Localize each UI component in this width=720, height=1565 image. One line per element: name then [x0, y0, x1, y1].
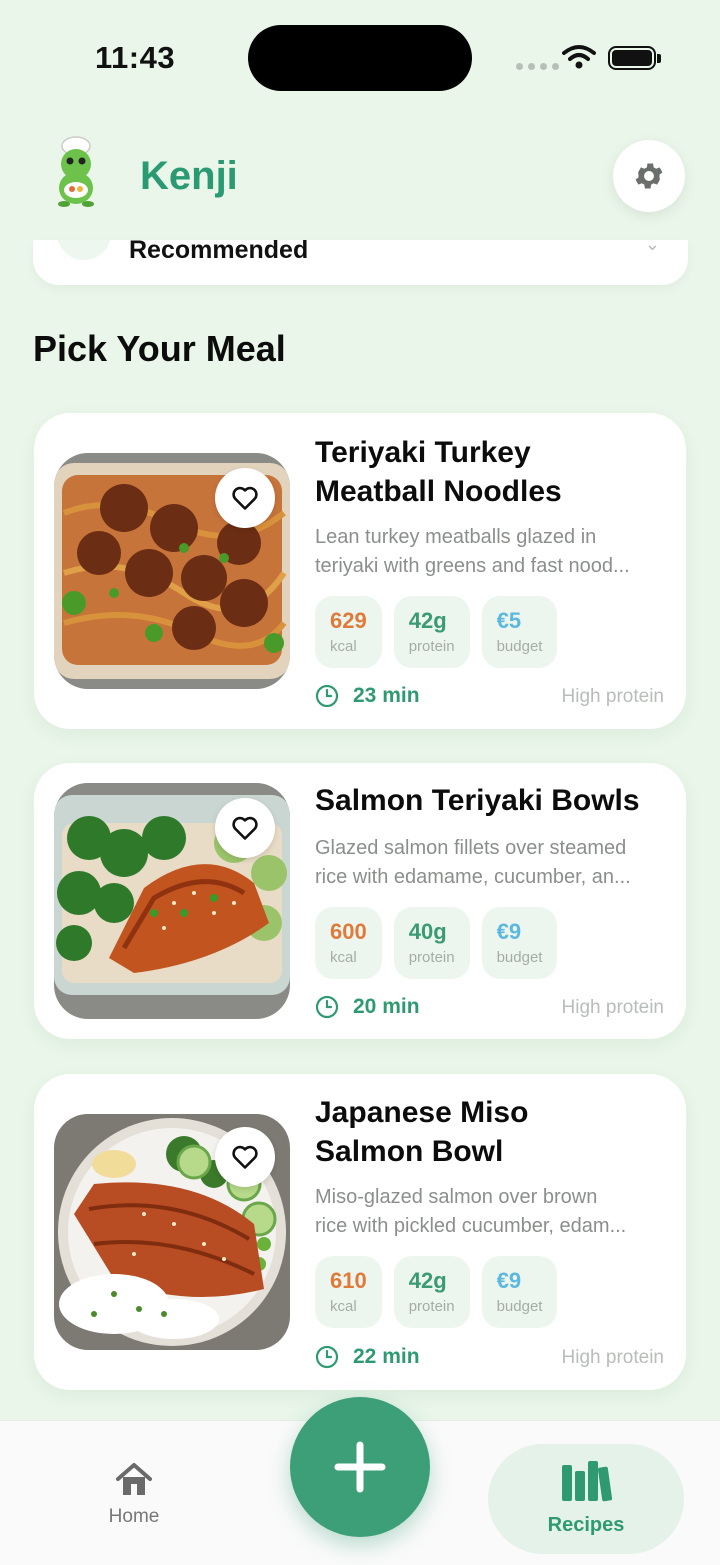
budget-label: budget — [496, 949, 543, 966]
meal-desc-line: rice with edamame, cucumber, an... — [315, 866, 631, 888]
heart-icon — [232, 816, 258, 840]
meal-title-line: Salmon Teriyaki Bowls — [315, 784, 640, 817]
meal-stats: 600 kcal 40g protein €9 budget — [315, 907, 558, 979]
budget-value: €9 — [496, 1268, 522, 1293]
settings-button[interactable] — [613, 140, 685, 212]
clock-icon — [315, 684, 339, 708]
battery-icon — [608, 46, 661, 70]
favorite-button[interactable] — [215, 798, 275, 858]
budget-stat: €9 budget — [481, 1256, 558, 1328]
heart-icon — [232, 486, 258, 510]
cook-time-value: 20 min — [353, 995, 420, 1018]
meal-card[interactable]: Salmon Teriyaki Bowls Glazed salmon fill… — [34, 763, 686, 1039]
filter-icon — [57, 240, 111, 260]
favorite-button[interactable] — [215, 1127, 275, 1187]
meal-title: Teriyaki Turkey Meatball Noodles — [315, 433, 670, 511]
clock-icon — [315, 995, 339, 1019]
meal-title-line: Salmon Bowl — [315, 1135, 504, 1168]
meal-desc-line: Lean turkey meatballs glazed in — [315, 526, 597, 548]
status-bar: 11:43 — [0, 0, 720, 120]
filter-label: Recommended — [129, 240, 309, 264]
meal-title: Salmon Teriyaki Bowls — [315, 781, 670, 820]
chevron-down-icon: ⌄ — [644, 240, 660, 254]
meal-stats: 629 kcal 42g protein €5 budget — [315, 596, 558, 668]
kcal-stat: 629 kcal — [315, 596, 382, 668]
meal-card[interactable]: Teriyaki Turkey Meatball Noodles Lean tu… — [34, 413, 686, 729]
budget-stat: €9 budget — [481, 907, 558, 979]
cook-time: 23 min — [315, 684, 420, 708]
budget-stat: €5 budget — [481, 596, 558, 668]
wifi-icon — [562, 45, 596, 69]
heart-icon — [232, 1145, 258, 1169]
meal-desc-line: Glazed salmon fillets over steamed — [315, 837, 627, 859]
section-title: Pick Your Meal — [33, 328, 286, 369]
add-button[interactable] — [290, 1397, 430, 1537]
cook-time: 20 min — [315, 995, 420, 1019]
mascot-logo — [58, 136, 94, 207]
cook-time-value: 22 min — [353, 1345, 420, 1368]
nav-recipes-label: Recipes — [547, 1514, 625, 1536]
nav-recipes[interactable]: Recipes — [488, 1444, 684, 1554]
protein-label: protein — [408, 638, 455, 655]
app-header: Kenji — [0, 130, 720, 230]
books-icon — [562, 1461, 613, 1502]
protein-value: 42g — [408, 1268, 447, 1293]
meal-stats: 610 kcal 42g protein €9 budget — [315, 1256, 558, 1328]
gear-icon — [635, 163, 663, 189]
meal-title: Japanese Miso Salmon Bowl — [315, 1093, 670, 1171]
meal-title-line: Japanese Miso — [315, 1096, 529, 1129]
meal-desc-line: rice with pickled cucumber, edam... — [315, 1215, 627, 1237]
kcal-label: kcal — [330, 1298, 357, 1315]
budget-value: €5 — [496, 608, 522, 633]
meal-desc-line: teriyaki with greens and fast nood... — [315, 555, 630, 577]
kcal-value: 610 — [330, 1268, 367, 1293]
kcal-value: 629 — [330, 608, 367, 633]
meal-desc-line: Miso-glazed salmon over brown — [315, 1186, 598, 1208]
meal-title-line: Teriyaki Turkey — [315, 436, 531, 469]
protein-value: 40g — [408, 919, 447, 944]
kcal-value: 600 — [330, 919, 367, 944]
status-time: 11:43 — [95, 40, 176, 75]
meal-description: Lean turkey meatballs glazed in teriyaki… — [315, 523, 670, 581]
home-icon — [116, 1463, 152, 1495]
budget-value: €9 — [496, 919, 522, 944]
protein-value: 42g — [408, 608, 447, 633]
app-title: Kenji — [140, 154, 238, 198]
dynamic-island — [248, 25, 472, 91]
protein-label: protein — [408, 949, 455, 966]
budget-label: budget — [496, 638, 543, 655]
protein-label: protein — [408, 1298, 455, 1315]
nav-home-label: Home — [108, 1506, 160, 1527]
kcal-stat: 610 kcal — [315, 1256, 382, 1328]
cellular-signal-icon — [516, 63, 559, 70]
meal-tag: High protein — [561, 686, 664, 707]
protein-stat: 40g protein — [393, 907, 470, 979]
meal-tag: High protein — [561, 997, 664, 1018]
meal-title-line: Meatball Noodles — [315, 475, 562, 508]
protein-stat: 42g protein — [393, 1256, 470, 1328]
meal-tag: High protein — [561, 1347, 664, 1368]
meal-description: Glazed salmon fillets over steamed rice … — [315, 834, 670, 892]
nav-home[interactable]: Home — [96, 1461, 172, 1528]
budget-label: budget — [496, 1298, 543, 1315]
kcal-label: kcal — [330, 638, 357, 655]
filter-dropdown[interactable]: Recommended ⌄ — [33, 240, 688, 285]
kcal-stat: 600 kcal — [315, 907, 382, 979]
meal-card[interactable]: Japanese Miso Salmon Bowl Miso-glazed sa… — [34, 1074, 686, 1390]
favorite-button[interactable] — [215, 468, 275, 528]
clock-icon — [315, 1345, 339, 1369]
kcal-label: kcal — [330, 949, 357, 966]
meal-description: Miso-glazed salmon over brown rice with … — [315, 1183, 670, 1241]
cook-time: 22 min — [315, 1345, 420, 1369]
plus-icon — [334, 1441, 386, 1493]
protein-stat: 42g protein — [393, 596, 470, 668]
cook-time-value: 23 min — [353, 684, 420, 707]
